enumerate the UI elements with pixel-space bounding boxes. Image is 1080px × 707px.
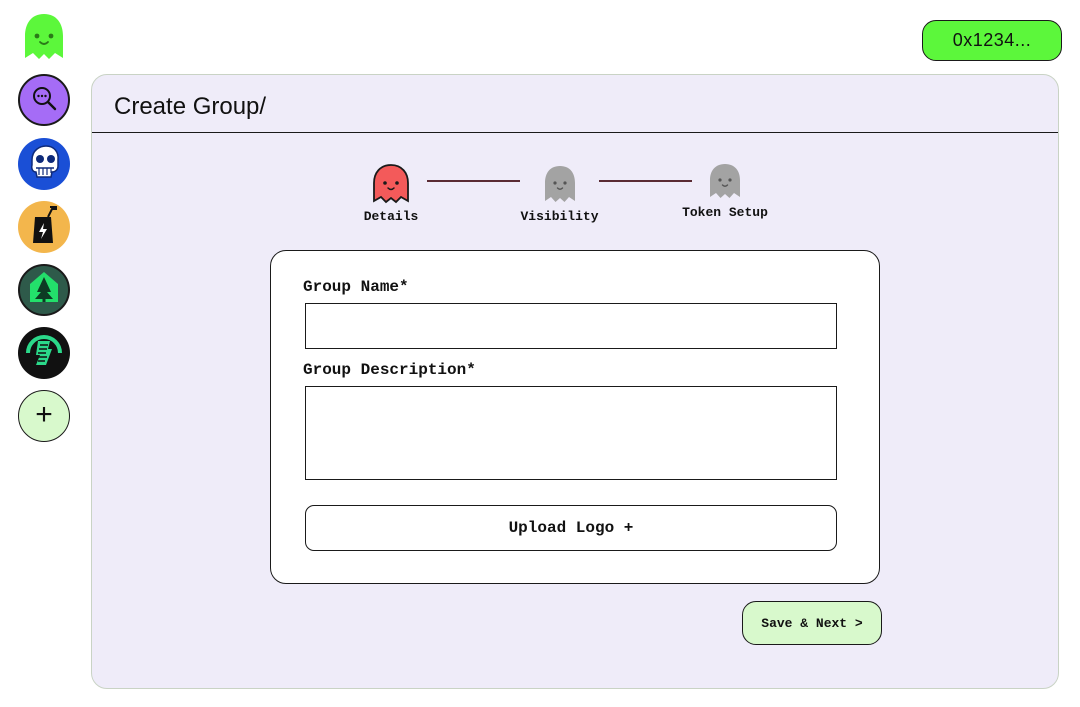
step-label: Details [363,209,419,224]
juice-box-icon [26,205,62,250]
save-next-button[interactable]: Save & Next > [742,601,882,645]
bolt-arc-icon [22,329,66,378]
sidebar-item-bolt-group[interactable] [18,327,70,379]
step-visibility[interactable]: Visibility [512,163,607,224]
ghost-step-icon [373,164,409,204]
step-connector [427,180,520,182]
ghost-step-icon [710,164,740,198]
panel-header: Create Group/ [92,75,1058,133]
step-details[interactable]: Details [356,163,426,224]
step-token-setup[interactable]: Token Setup [675,161,775,220]
create-group-panel: Create Group/ Details Visibility Token S… [91,74,1059,689]
sidebar-item-search[interactable] [18,74,70,126]
group-description-label: Group Description* [303,361,476,379]
sidebar-item-juice-group[interactable] [18,201,70,253]
sidebar-item-ape-group[interactable] [18,138,70,190]
step-label: Token Setup [682,205,768,220]
page-title: Create Group/ [114,93,267,120]
tree-house-icon [24,268,64,313]
upload-logo-button[interactable]: Upload Logo + [305,505,837,551]
group-name-input[interactable] [305,303,837,349]
sidebar-item-tree-group[interactable] [18,264,70,316]
add-group-button[interactable]: + [18,390,70,442]
ghost-logo-icon[interactable] [20,12,68,62]
step-label: Visibility [520,209,599,224]
ape-skull-icon [24,142,64,187]
group-details-form: Group Name* Group Description* Upload Lo… [270,250,880,584]
group-description-textarea[interactable] [305,386,837,480]
search-chat-icon [31,85,57,116]
plus-icon: + [35,398,53,431]
ghost-step-icon [544,166,575,202]
group-name-label: Group Name* [303,278,409,296]
wallet-address-button[interactable]: 0x1234... [922,20,1062,61]
